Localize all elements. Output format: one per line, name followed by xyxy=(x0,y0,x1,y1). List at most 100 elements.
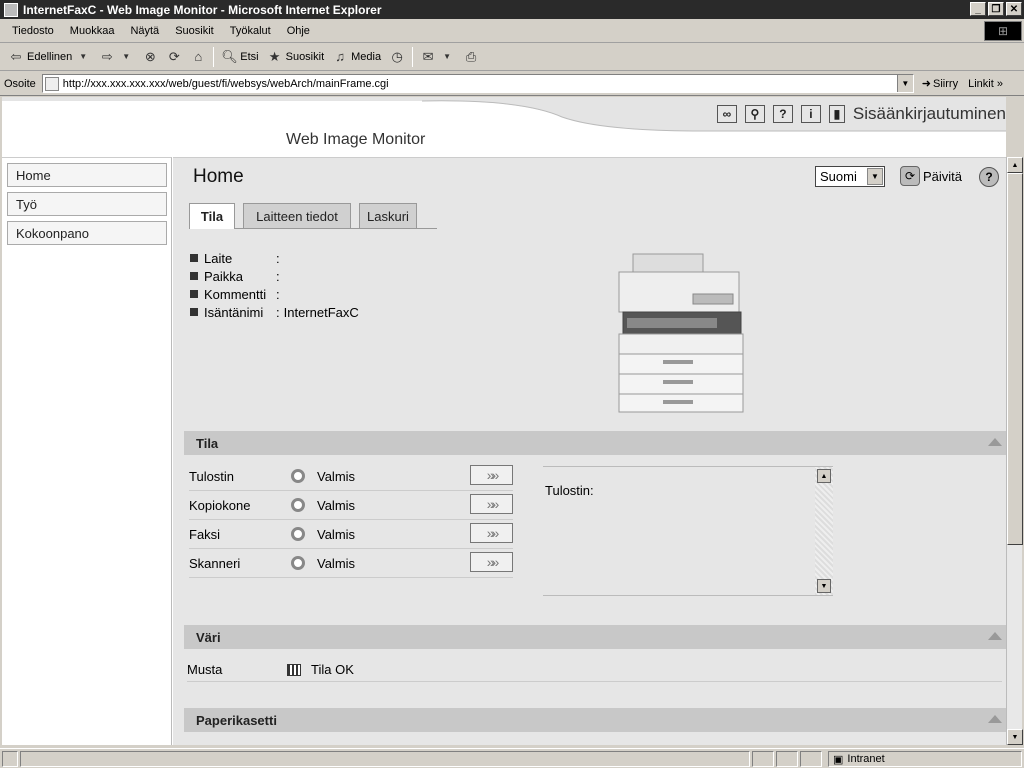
favorites-button[interactable]: ★ Suosikit xyxy=(263,46,329,68)
login-door-icon[interactable]: ▮ xyxy=(828,105,845,123)
refresh-label: Päivitä xyxy=(923,168,963,184)
forward-button[interactable]: ⇨ ▼ xyxy=(95,46,138,68)
info-separator: : xyxy=(276,268,280,284)
scroll-down-icon[interactable]: ▼ xyxy=(817,579,831,593)
help-icon[interactable]: ? xyxy=(979,167,999,187)
status-message-box: Tulostin: ▲ ▼ xyxy=(543,466,833,596)
device-info-list: Laite : Paikka : Kommentti : Isäntänimi … xyxy=(190,249,359,321)
tab-device-info[interactable]: Laitteen tiedot xyxy=(243,203,351,228)
bullet-icon xyxy=(190,308,198,316)
go-button[interactable]: ➜ Siirry xyxy=(921,77,958,91)
intranet-icon: ▣ xyxy=(833,753,844,766)
media-label: Media xyxy=(351,51,382,63)
forward-dropdown-icon[interactable]: ▼ xyxy=(118,49,134,65)
favorites-icon: ★ xyxy=(268,49,281,64)
bullet-icon xyxy=(190,290,198,298)
menu-help[interactable]: Ohje xyxy=(279,25,318,37)
mail-dropdown-icon[interactable]: ▼ xyxy=(439,49,455,65)
link-icon[interactable]: ∞ xyxy=(716,105,737,123)
color-section-header[interactable]: Väri xyxy=(184,625,1006,649)
printer-icon: ⎙ xyxy=(465,49,477,64)
history-icon: ◷ xyxy=(391,49,403,64)
menu-view[interactable]: Näytä xyxy=(122,25,167,37)
menu-tools[interactable]: Työkalut xyxy=(222,25,279,37)
info-separator: : xyxy=(276,250,280,266)
ready-status-icon xyxy=(291,556,305,570)
info-row: Isäntänimi : InternetFaxC xyxy=(190,303,359,321)
status-label: Faksi xyxy=(189,526,221,542)
collapse-icon[interactable] xyxy=(988,438,1002,446)
tab-counter[interactable]: Laskuri xyxy=(359,203,417,228)
zone-label: Intranet xyxy=(847,753,885,765)
details-arrow-button[interactable]: »» xyxy=(470,552,513,572)
info-icon[interactable]: i xyxy=(800,105,821,123)
back-button[interactable]: ⇦ Edellinen ▼ xyxy=(4,46,95,68)
refresh-page-button[interactable]: ⟳ xyxy=(162,46,186,68)
main-panel: Home Suomi ▼ ⟳ Päivitä ? Tila Laitteen t… xyxy=(173,157,1006,745)
page-status-icon xyxy=(2,750,18,767)
status-cell xyxy=(752,750,774,767)
sidebar-item-home[interactable]: Home xyxy=(7,163,167,187)
links-button[interactable]: Linkit » xyxy=(968,78,1003,90)
page-scrollbar[interactable]: ▲ ▼ xyxy=(1006,157,1023,745)
status-value: Valmis xyxy=(317,468,356,484)
collapse-icon[interactable] xyxy=(988,715,1002,723)
scroll-down-icon[interactable]: ▼ xyxy=(1007,729,1023,745)
menubar: Tiedosto Muokkaa Näytä Suosikit Työkalut… xyxy=(0,19,1024,43)
address-dropdown-icon[interactable]: ▼ xyxy=(896,75,913,92)
details-arrow-button[interactable]: »» xyxy=(470,494,513,514)
back-dropdown-icon[interactable]: ▼ xyxy=(75,49,91,65)
scroll-thumb[interactable] xyxy=(1007,173,1023,545)
history-button[interactable]: ◷ xyxy=(385,46,409,68)
stop-button[interactable]: ⊗ xyxy=(138,46,162,68)
search-button[interactable]: 🔍︎ Etsi xyxy=(217,46,262,68)
maximize-button[interactable]: ❐ xyxy=(988,2,1004,16)
menu-file[interactable]: Tiedosto xyxy=(4,25,62,37)
help-icon[interactable]: ? xyxy=(772,105,793,123)
status-text-area xyxy=(20,750,750,767)
menu-favorites[interactable]: Suosikit xyxy=(167,25,222,37)
status-row-copier: Kopiokone Valmis »» xyxy=(189,491,513,520)
status-cell xyxy=(776,750,798,767)
status-label: Skanneri xyxy=(189,555,241,571)
go-arrow-icon: ➜ xyxy=(921,78,932,90)
details-arrow-button[interactable]: »» xyxy=(470,523,513,543)
minimize-button[interactable]: _ xyxy=(970,2,986,16)
tab-status[interactable]: Tila xyxy=(189,203,235,229)
print-button[interactable]: ⎙ xyxy=(459,46,483,68)
status-row-scanner: Skanneri Valmis »» xyxy=(189,549,513,578)
message-scrollbar[interactable]: ▲ ▼ xyxy=(815,467,833,595)
home-button[interactable]: ⌂ xyxy=(186,46,210,68)
language-select[interactable]: Suomi ▼ xyxy=(815,166,885,187)
search-label: Etsi xyxy=(240,51,259,63)
page-icon xyxy=(44,76,59,91)
scroll-up-icon[interactable]: ▲ xyxy=(1007,157,1023,173)
media-button[interactable]: ♫ Media xyxy=(328,46,385,68)
mail-button[interactable]: ✉ ▼ xyxy=(416,46,459,68)
tab-bar: Tila Laitteen tiedot Laskuri xyxy=(189,203,437,229)
info-separator: : xyxy=(276,286,280,302)
collapse-icon[interactable] xyxy=(988,632,1002,640)
refresh-button[interactable]: ⟳ Päivitä xyxy=(900,166,962,186)
status-value: Valmis xyxy=(317,497,356,513)
scroll-up-icon[interactable]: ▲ xyxy=(817,469,831,483)
links-label: Linkit xyxy=(968,77,994,90)
paper-tray-section-header[interactable]: Paperikasetti xyxy=(184,708,1006,732)
browser-statusbar: ▣ Intranet xyxy=(0,748,1024,768)
sidebar: Home Työ Kokoonpano xyxy=(2,157,172,745)
search-icon[interactable]: ⚲ xyxy=(744,105,765,123)
toolbar-separator xyxy=(412,47,414,67)
info-label: Laite xyxy=(204,250,233,266)
info-row: Kommentti : xyxy=(190,285,359,303)
status-section-header[interactable]: Tila xyxy=(184,431,1006,455)
details-arrow-button[interactable]: »» xyxy=(470,465,513,485)
address-input[interactable]: http://xxx.xxx.xxx.xxx/web/guest/fi/webs… xyxy=(41,74,914,93)
close-button[interactable]: ✕ xyxy=(1006,2,1022,16)
sidebar-item-configuration[interactable]: Kokoonpano xyxy=(7,221,167,245)
message-label: Tulostin: xyxy=(545,483,594,498)
info-label: Isäntänimi xyxy=(204,304,264,320)
sidebar-item-jobs[interactable]: Työ xyxy=(7,192,167,216)
login-link[interactable]: Sisäänkirjautuminen xyxy=(853,104,1006,124)
refresh-icon: ⟳ xyxy=(168,49,180,64)
menu-edit[interactable]: Muokkaa xyxy=(62,25,123,37)
